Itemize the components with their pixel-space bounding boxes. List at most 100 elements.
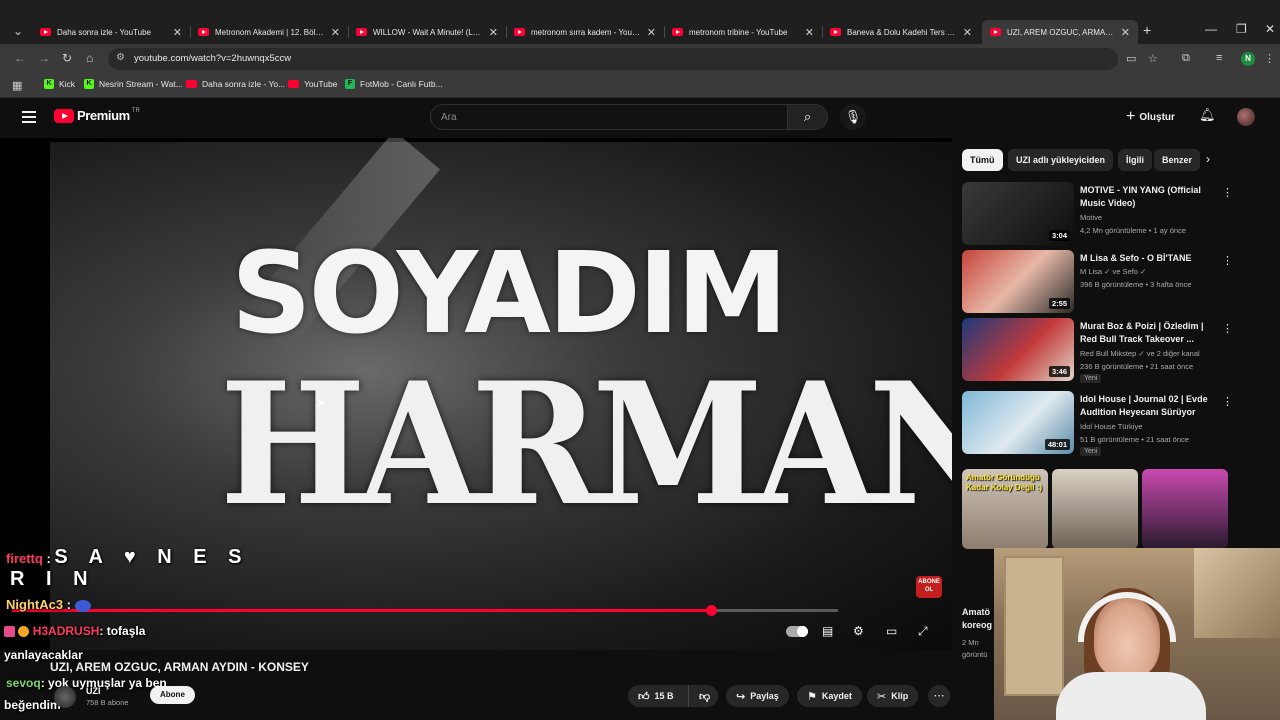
chat-text: S A ♥ N E S — [54, 546, 250, 568]
subscribe-button[interactable]: Abone ol — [150, 686, 195, 717]
recommendation-title[interactable]: Murat Boz & Poizi | Özledim | Red Bull T… — [1080, 320, 1218, 346]
video-overlay-text-line1: SOYADIM — [230, 229, 788, 359]
chip-from-uploader[interactable]: UZI adlı yükleyiciden — [1008, 149, 1114, 171]
bookmark-item[interactable]: F FotMob - Canlı Futb... — [345, 79, 443, 89]
recommendation-title[interactable]: Idol House | Journal 02 | Evde Audition … — [1080, 393, 1218, 419]
recommendation-item[interactable]: 48:01 Idol House | Journal 02 | Evde Aud… — [962, 391, 1242, 456]
short-thumbnail[interactable]: Amatör Göründüğü Kadar Kolay Değil :) — [962, 469, 1048, 549]
recommendation-channel[interactable]: Red Bull Mikstep ✓ ve 2 diğer kanal — [1080, 349, 1200, 358]
chip-related[interactable]: İlgili — [1118, 149, 1152, 171]
video-thumbnail[interactable]: 3:46 — [962, 318, 1074, 381]
chip-similar[interactable]: Benzer — [1154, 149, 1200, 171]
window-close-icon[interactable]: ✕ — [1265, 22, 1275, 36]
clip-label: Klip — [891, 691, 909, 701]
subscribe-watermark-badge[interactable]: ABONE OL — [916, 576, 942, 598]
address-bar[interactable]: ⚙ youtube.com/watch?v=2huwnqx5ccw — [108, 48, 1118, 70]
recommendation-channel[interactable]: Idol House Türkiye — [1080, 422, 1142, 431]
bookmark-item[interactable]: Daha sonra izle - Yo... — [186, 79, 285, 89]
kebab-menu-icon[interactable]: ⋮ — [1222, 254, 1233, 267]
recommendation-channel[interactable]: M Lisa ✓ ve Sefo ✓ — [1080, 267, 1146, 276]
kebab-menu-icon[interactable]: ⋮ — [1222, 322, 1233, 335]
restore-icon[interactable]: ❐ — [1236, 22, 1247, 36]
recommendation-channel[interactable]: Motive — [1080, 213, 1102, 222]
tab-search-chevron-icon[interactable]: ⌄ — [8, 21, 28, 41]
youtube-header: Premium TR ⌕ 🎙︎ + Oluştur 🔔︎ — [0, 98, 1280, 138]
site-info-icon[interactable]: ⚙ — [116, 52, 125, 63]
recommendation-item[interactable]: 2:55 M Lisa & Sefo - O Bİ'TANE M Lisa ✓ … — [962, 250, 1242, 314]
browser-menu-icon[interactable]: ⋮ — [1264, 52, 1275, 65]
reload-icon[interactable]: ↻ — [62, 51, 72, 65]
forward-arrow-icon[interactable]: → — [38, 51, 50, 65]
share-button[interactable]: ↪ Paylaş — [726, 685, 789, 707]
video-thumbnail[interactable]: 2:55 — [962, 250, 1074, 313]
url-text[interactable]: youtube.com/watch?v=2huwnqx5ccw — [134, 53, 291, 64]
minimize-icon[interactable]: — — [1205, 22, 1217, 36]
browser-tab[interactable]: metronom tribine - YouTube ✕ — [664, 20, 822, 44]
short-title-partial[interactable]: Amatö koreog — [962, 606, 992, 632]
new-tab-plus-icon[interactable]: + — [1143, 22, 1151, 38]
clip-button[interactable]: ✂ Klip — [867, 685, 919, 707]
video-thumbnail[interactable]: 48:01 — [962, 391, 1074, 454]
theater-mode-icon[interactable]: ▭ — [886, 624, 897, 638]
home-icon[interactable]: ⌂ — [86, 51, 93, 65]
recommendation-item[interactable]: 3:46 Murat Boz & Poizi | Özledim | Red B… — [962, 318, 1242, 383]
close-icon[interactable]: ✕ — [647, 26, 656, 39]
youtube-logo[interactable]: Premium TR — [54, 108, 140, 123]
create-button[interactable]: + Oluştur — [1126, 108, 1175, 126]
channel-name[interactable]: UZI — [86, 686, 101, 696]
kebab-menu-icon[interactable]: ⋮ — [1222, 186, 1233, 199]
microphone-icon[interactable]: 🎙︎ — [840, 104, 866, 130]
hamburger-menu-icon[interactable] — [22, 111, 36, 126]
recommendation-title[interactable]: M Lisa & Sefo - O Bİ'TANE — [1080, 252, 1218, 265]
dislike-button[interactable]: 👎︎ — [688, 685, 718, 707]
browser-tab[interactable]: metronom sırra kadem - YouTu ✕ — [506, 20, 664, 44]
like-button[interactable]: 👍︎ 15 B — [628, 685, 688, 707]
browser-tab[interactable]: Baneva & Dolu Kadehi Ters Tut ✕ — [822, 20, 980, 44]
recommendation-item[interactable]: 3:04 MOTIVE - YIN YANG (Official Music V… — [962, 182, 1242, 246]
chevron-right-icon[interactable]: › — [1206, 152, 1210, 166]
install-app-icon[interactable]: ▭ — [1126, 52, 1136, 65]
browser-tab[interactable]: WILLOW - Wait A Minute! (Lyric ✕ — [348, 20, 506, 44]
close-icon[interactable]: ✕ — [963, 26, 972, 39]
back-arrow-icon[interactable]: ← — [14, 51, 26, 65]
more-actions-icon[interactable]: ⋯ — [928, 685, 950, 707]
close-icon[interactable]: ✕ — [489, 26, 498, 39]
short-thumbnail[interactable] — [1052, 469, 1138, 549]
tab-groups-icon[interactable]: ≡ — [1216, 52, 1222, 64]
short-thumbnail[interactable] — [1142, 469, 1228, 549]
recommendation-title[interactable]: MOTIVE - YIN YANG (Official Music Video) — [1080, 184, 1218, 210]
close-icon[interactable]: ✕ — [331, 26, 340, 39]
fullscreen-icon[interactable]: ⤢ — [918, 624, 928, 639]
chip-all[interactable]: Tümü — [962, 149, 1003, 171]
browser-tab[interactable]: Daha sonra izle - YouTube ✕ — [32, 20, 190, 44]
subtitles-icon[interactable]: ▤ — [822, 624, 833, 638]
browser-tab[interactable]: Metronom Akademi | 12. Bölüm ✕ — [190, 20, 348, 44]
bookmark-item[interactable]: YouTube — [288, 79, 337, 89]
extensions-icon[interactable]: ⧉ — [1182, 52, 1190, 65]
bookmark-label: FotMob - Canlı Futb... — [360, 79, 443, 89]
bookmark-item[interactable]: K Nesrin Stream - Wat... — [84, 79, 183, 89]
channel-avatar[interactable] — [54, 686, 76, 708]
video-thumbnail[interactable]: 3:04 — [962, 182, 1074, 245]
progress-scrubber-handle[interactable] — [705, 605, 717, 616]
search-input[interactable] — [431, 105, 787, 130]
browser-tab-active[interactable]: UZI, AREM OZGUC, ARMAN AY ✕ — [982, 20, 1138, 44]
autoplay-toggle[interactable] — [786, 626, 808, 637]
kebab-menu-icon[interactable]: ⋮ — [1222, 395, 1233, 408]
close-icon[interactable]: ✕ — [1121, 26, 1130, 39]
tab-title: Daha sonra izle - YouTube — [57, 27, 151, 37]
account-avatar[interactable] — [1237, 108, 1255, 126]
bookmark-item[interactable]: K Kick — [44, 79, 75, 89]
bookmark-label: Daha sonra izle - Yo... — [202, 79, 286, 89]
notifications-bell-icon[interactable]: 🔔︎ — [1199, 107, 1216, 123]
new-badge: Yeni — [1080, 374, 1102, 383]
bookmark-star-icon[interactable]: ☆ — [1148, 52, 1158, 65]
save-button[interactable]: ⚑ Kaydet — [797, 685, 862, 707]
close-icon[interactable]: ✕ — [173, 26, 182, 39]
apps-grid-icon[interactable]: ▦ — [12, 79, 22, 92]
close-icon[interactable]: ✕ — [805, 26, 814, 39]
settings-gear-icon[interactable]: ⚙ — [853, 624, 864, 638]
youtube-favicon-icon — [198, 28, 209, 36]
profile-avatar[interactable]: N — [1241, 52, 1255, 66]
search-icon[interactable]: ⌕ — [788, 104, 828, 130]
